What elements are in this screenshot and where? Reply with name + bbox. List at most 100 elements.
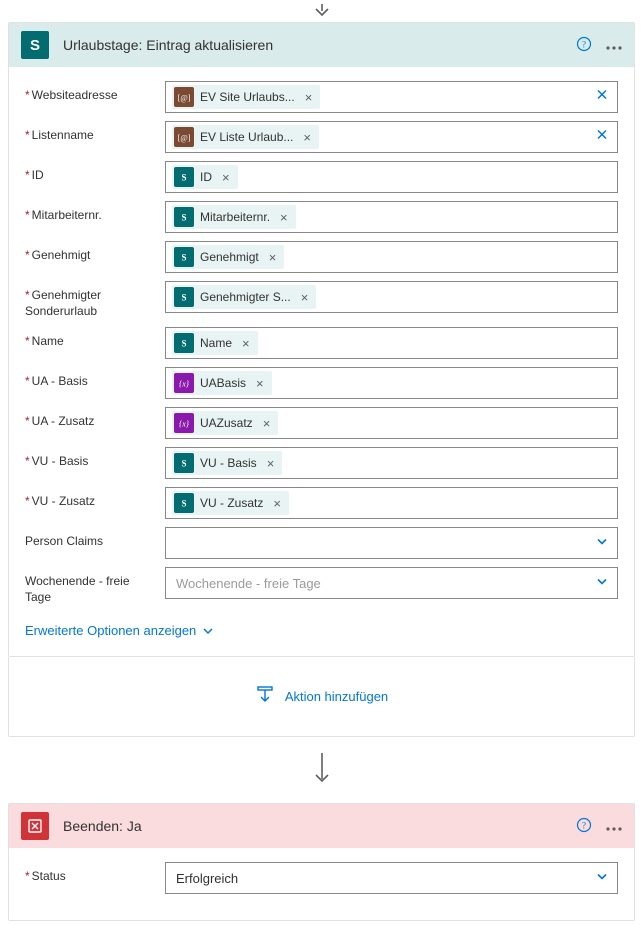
field-label: *Genehmigter Sonderurlaub <box>25 281 155 319</box>
token-remove-icon[interactable]: × <box>265 250 281 265</box>
clear-icon[interactable] <box>595 88 609 107</box>
token-remove-icon[interactable]: × <box>276 210 292 225</box>
dynamic-content-token[interactable]: SVU - Zusatz× <box>172 491 289 515</box>
field-row: *Websiteadresse [@] EV Site Urlaubs... × <box>25 81 618 113</box>
field-row: *VU - Basis SVU - Basis× <box>25 447 618 479</box>
svg-text:{x}: {x} <box>179 380 190 389</box>
placeholder-text: Wochenende - freie Tage <box>172 576 321 591</box>
field-label: *VU - Basis <box>25 447 155 470</box>
token-text: EV Site Urlaubs... <box>200 90 295 104</box>
field-input[interactable]: [@] EV Liste Urlaub... × <box>165 121 618 153</box>
svg-text:[@]: [@] <box>178 94 190 103</box>
status-value: Erfolgreich <box>172 871 238 886</box>
field-dropdown[interactable] <box>165 527 618 559</box>
field-row: *ID SID× <box>25 161 618 193</box>
advanced-options-label: Erweiterte Optionen anzeigen <box>25 623 196 638</box>
token-text: Genehmigter S... <box>200 290 291 304</box>
token-remove-icon[interactable]: × <box>252 376 268 391</box>
chevron-down-icon <box>595 870 609 887</box>
token-remove-icon[interactable]: × <box>218 170 234 185</box>
field-label: *UA - Basis <box>25 367 155 390</box>
field-label: *Websiteadresse <box>25 81 155 104</box>
dynamic-content-token[interactable]: {x} UABasis × <box>172 371 272 395</box>
dynamic-content-token[interactable]: S Genehmigter S... × <box>172 285 316 309</box>
token-remove-icon[interactable]: × <box>301 90 317 105</box>
field-input[interactable]: SName× <box>165 327 618 359</box>
token-type-icon: S <box>174 207 194 227</box>
action-card-update-item: S Urlaubstage: Eintrag aktualisieren ? *… <box>8 22 635 657</box>
add-action-button[interactable]: Aktion hinzufügen <box>8 657 635 737</box>
dynamic-content-token[interactable]: S Mitarbeiternr. × <box>172 205 296 229</box>
field-input[interactable]: {x} UABasis × <box>165 367 618 399</box>
field-row: *Genehmigter Sonderurlaub S Genehmigter S.… <box>25 281 618 319</box>
field-input[interactable]: SVU - Zusatz× <box>165 487 618 519</box>
token-type-icon: S <box>174 453 194 473</box>
field-label: *Listenname <box>25 121 155 144</box>
field-label: *Mitarbeiternr. <box>25 201 155 224</box>
field-label: *Genehmigt <box>25 241 155 264</box>
advanced-options-toggle[interactable]: Erweiterte Optionen anzeigen <box>25 623 214 638</box>
field-input[interactable]: SGenehmigt× <box>165 241 618 273</box>
token-text: EV Liste Urlaub... <box>200 130 293 144</box>
sharepoint-icon: S <box>21 31 49 59</box>
field-label: Person Claims <box>25 527 155 550</box>
token-remove-icon[interactable]: × <box>269 496 285 511</box>
dynamic-content-token[interactable]: SVU - Basis× <box>172 451 282 475</box>
field-label: *UA - Zusatz <box>25 407 155 430</box>
field-row: *Listenname [@] EV Liste Urlaub... × <box>25 121 618 153</box>
action-card-terminate: Beenden: Ja ? *Status Erfolgreich <box>8 803 635 921</box>
token-text: UABasis <box>200 376 246 390</box>
field-row: *UA - Zusatz {x} UAZusatz × <box>25 407 618 439</box>
field-input[interactable]: S Mitarbeiternr. × <box>165 201 618 233</box>
field-input[interactable]: SVU - Basis× <box>165 447 618 479</box>
field-dropdown[interactable]: Wochenende - freie Tage <box>165 567 618 599</box>
dynamic-content-token[interactable]: SName× <box>172 331 258 355</box>
more-icon[interactable] <box>606 819 622 834</box>
svg-text:{x}: {x} <box>179 420 190 429</box>
field-input[interactable]: S Genehmigter S... × <box>165 281 618 313</box>
dynamic-content-token[interactable]: [@] EV Site Urlaubs... × <box>172 85 320 109</box>
dynamic-content-token[interactable]: {x} UAZusatz × <box>172 411 278 435</box>
action-card-header[interactable]: Beenden: Ja ? <box>9 804 634 848</box>
field-row-status: *Status Erfolgreich <box>25 862 618 894</box>
token-text: Name <box>200 336 232 350</box>
token-type-icon: [@] <box>174 87 194 107</box>
field-row: *NameSName× <box>25 327 618 359</box>
token-remove-icon[interactable]: × <box>297 290 313 305</box>
token-text: UAZusatz <box>200 416 253 430</box>
help-icon[interactable]: ? <box>576 817 592 836</box>
dynamic-content-token[interactable]: SID× <box>172 165 238 189</box>
token-remove-icon[interactable]: × <box>259 416 275 431</box>
field-input[interactable]: SID× <box>165 161 618 193</box>
token-type-icon: S <box>174 167 194 187</box>
help-icon[interactable]: ? <box>576 36 592 55</box>
chevron-down-icon <box>202 625 214 637</box>
svg-text:[@]: [@] <box>178 134 190 143</box>
field-row: *VU - ZusatzSVU - Zusatz× <box>25 487 618 519</box>
status-dropdown[interactable]: Erfolgreich <box>165 862 618 894</box>
field-input[interactable]: [@] EV Site Urlaubs... × <box>165 81 618 113</box>
field-label: *Name <box>25 327 155 350</box>
terminate-icon <box>21 812 49 840</box>
field-row: *Mitarbeiternr. S Mitarbeiternr. × <box>25 201 618 233</box>
chevron-down-icon <box>595 575 609 592</box>
action-card-header[interactable]: S Urlaubstage: Eintrag aktualisieren ? <box>9 23 634 67</box>
dynamic-content-token[interactable]: SGenehmigt× <box>172 245 284 269</box>
token-remove-icon[interactable]: × <box>299 130 315 145</box>
action-card-title: Urlaubstage: Eintrag aktualisieren <box>63 37 562 53</box>
field-row: Person Claims <box>25 527 618 559</box>
svg-text:?: ? <box>582 820 586 830</box>
token-type-icon: {x} <box>174 373 194 393</box>
token-remove-icon[interactable]: × <box>263 456 279 471</box>
field-label: *ID <box>25 161 155 184</box>
clear-icon[interactable] <box>595 128 609 147</box>
token-text: Mitarbeiternr. <box>200 210 270 224</box>
action-card-body: *Websiteadresse[@]EV Site Urlaubs...×*Li… <box>9 67 634 656</box>
more-icon[interactable] <box>606 38 622 53</box>
token-remove-icon[interactable]: × <box>238 336 254 351</box>
token-text: VU - Zusatz <box>200 496 263 510</box>
token-text: Genehmigt <box>200 250 259 264</box>
dynamic-content-token[interactable]: [@] EV Liste Urlaub... × <box>172 125 319 149</box>
token-type-icon: S <box>174 287 194 307</box>
field-input[interactable]: {x} UAZusatz × <box>165 407 618 439</box>
